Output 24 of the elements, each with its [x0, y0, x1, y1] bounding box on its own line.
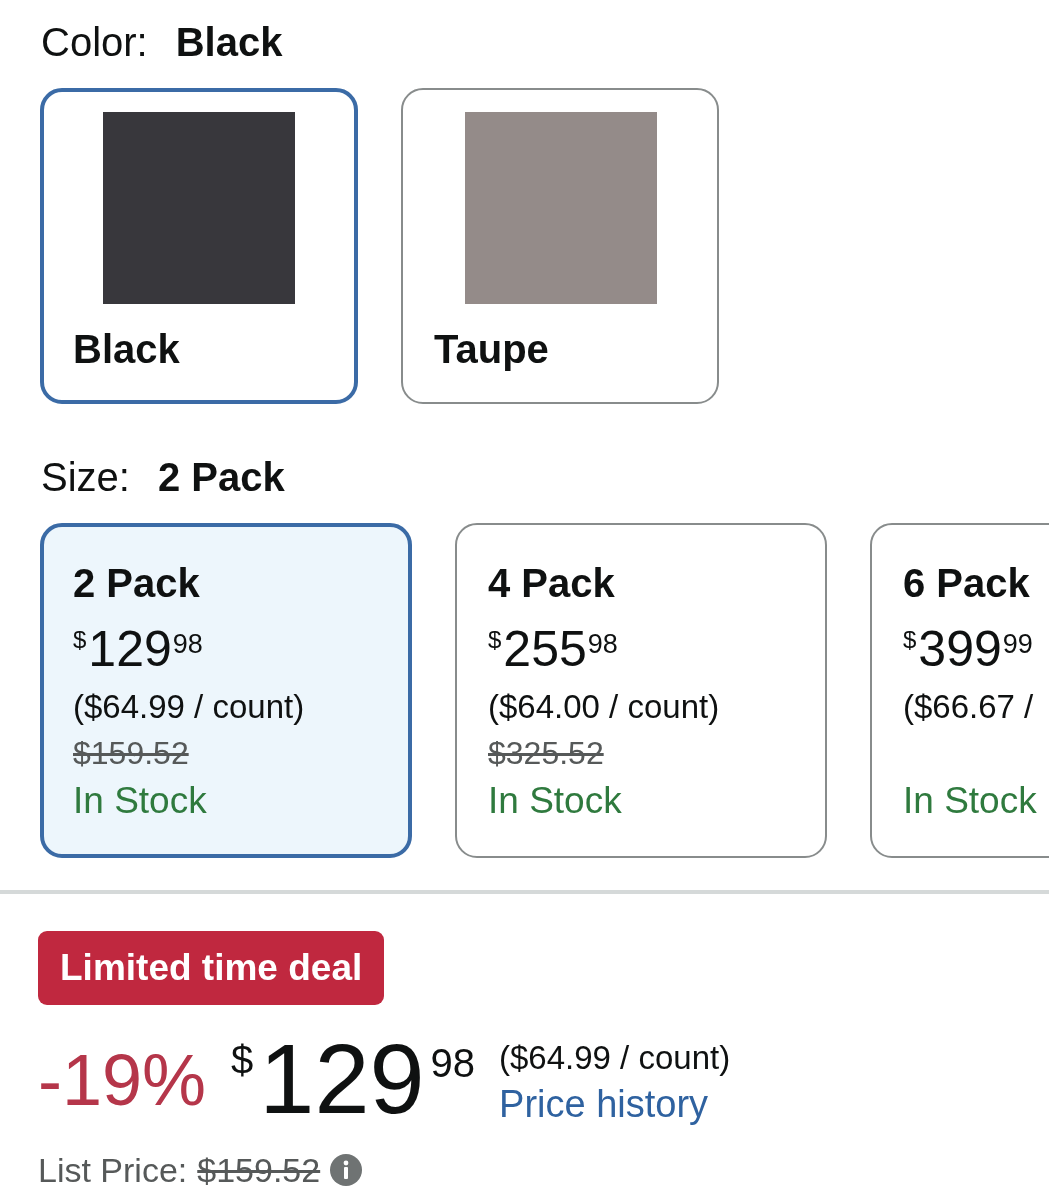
list-price: $325.52: [488, 734, 604, 773]
info-icon[interactable]: [330, 1154, 363, 1186]
color-option[interactable]: Taupe: [401, 88, 719, 404]
list-price: $159.52: [73, 734, 189, 773]
color-value: Black: [175, 19, 283, 66]
stock-status: In Stock: [903, 779, 1037, 823]
unit-price: ($64.99 / count): [499, 1038, 731, 1078]
discount-percent: -19%: [38, 1044, 207, 1116]
stock-status: In Stock: [73, 779, 207, 823]
stock-status: In Stock: [488, 779, 622, 823]
size-value: 2 Pack: [157, 454, 285, 501]
price-history-link[interactable]: Price history: [499, 1080, 709, 1128]
list-price: $159.52: [197, 1150, 321, 1191]
color-option[interactable]: Black: [40, 88, 358, 404]
size-name: 2 Pack: [73, 560, 200, 607]
deal-badge: Limited time deal: [38, 931, 385, 1005]
list-price-label: List Price:: [38, 1150, 188, 1191]
unit-price: ($66.67 /: [903, 687, 1034, 727]
color-label: Color:: [41, 19, 148, 66]
unit-price: ($64.99 / count): [73, 687, 305, 727]
size-name: 6 Pack: [903, 560, 1030, 607]
unit-price: ($64.00 / count): [488, 687, 720, 727]
size-label: Size:: [41, 454, 130, 501]
size-name: 4 Pack: [488, 560, 615, 607]
